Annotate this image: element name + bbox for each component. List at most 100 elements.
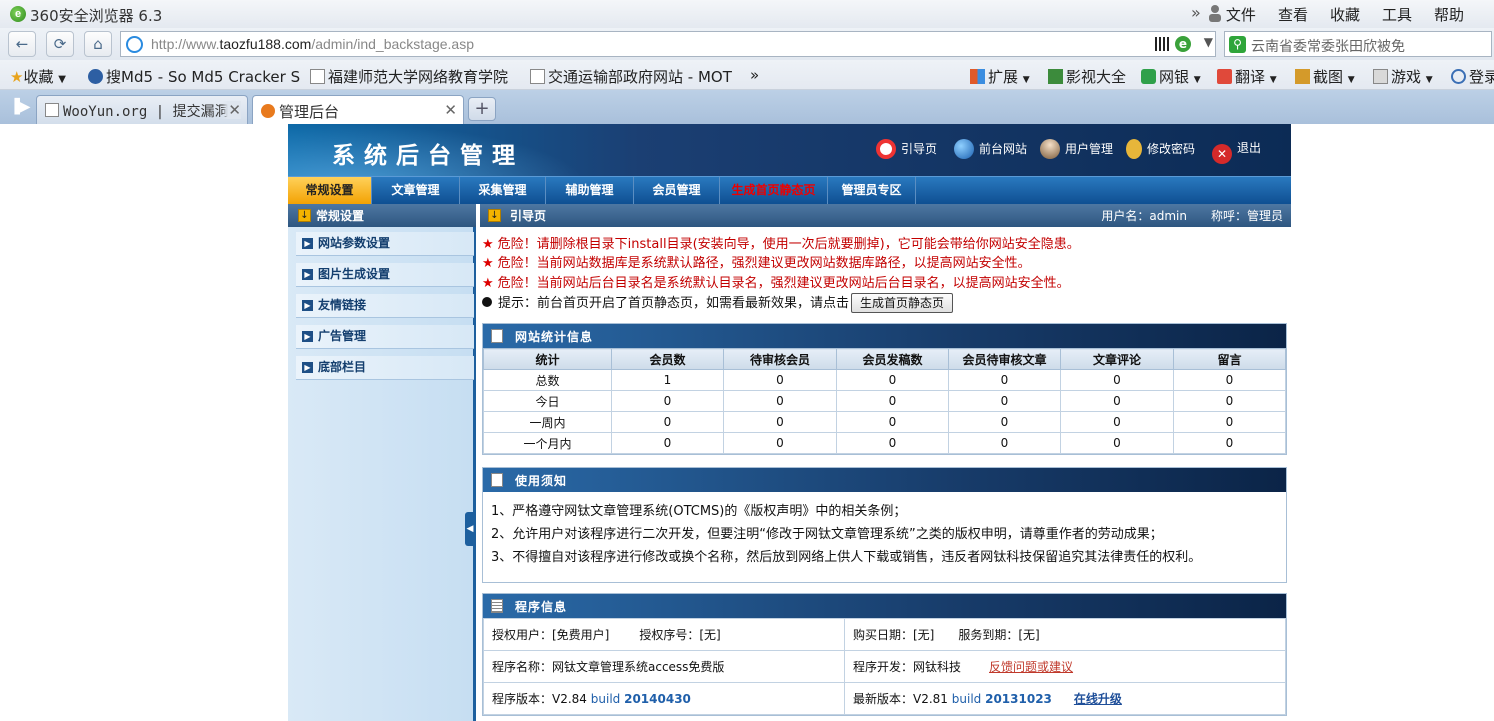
tool-extensions[interactable]: 扩展 ▼ <box>970 66 1030 87</box>
table-cell: 0 <box>723 411 837 433</box>
menu-file[interactable]: 文件 <box>1226 4 1256 25</box>
tool-label: 登录 <box>1469 68 1494 86</box>
admin-page: 系统后台管理 引导页 前台网站 用户管理 修改密码 ✕ 退出 常规设置 文章管理 … <box>288 124 1291 721</box>
online-upgrade-link[interactable]: 在线升级 <box>1074 692 1122 706</box>
close-icon[interactable]: ✕ <box>444 101 457 119</box>
nav-articles[interactable]: 文章管理 <box>372 177 460 205</box>
column-header: 统计 <box>483 348 612 370</box>
url-input[interactable]: http://www.taozfu188.com/admin/ind_backs… <box>120 31 1216 57</box>
link-label: 前台网站 <box>979 142 1028 156</box>
link-logout[interactable]: ✕ 退出 <box>1212 139 1261 164</box>
refresh-button[interactable]: ⟳ <box>46 31 74 57</box>
refresh-icon: ⟳ <box>53 35 67 53</box>
sidebar-item-links[interactable]: ▶ 友情链接 <box>296 294 474 318</box>
table-cell: 最新版本：V2.81 build 20131023 在线升级 <box>844 682 1286 715</box>
tool-translate[interactable]: 翻译 ▼ <box>1217 66 1277 87</box>
sidebar-item-site-params[interactable]: ▶ 网站参数设置 <box>296 232 474 256</box>
close-icon[interactable]: ✕ <box>222 101 241 119</box>
sidebar-item-image-settings[interactable]: ▶ 图片生成设置 <box>296 263 474 287</box>
user-account-icon[interactable] <box>1208 4 1222 22</box>
feedback-link[interactable]: 反馈问题或建议 <box>989 660 1073 674</box>
column-header: 会员待审核文章 <box>948 348 1061 370</box>
tab-wooyun[interactable]: WooYun.org | 提交漏洞 ✕ <box>36 95 248 124</box>
browser-title: 360安全浏览器 6.3 <box>30 7 163 25</box>
list-icon <box>491 599 503 613</box>
developer: 程序开发：网钛科技 <box>853 660 962 674</box>
main-nav: 常规设置 文章管理 采集管理 辅助管理 会员管理 生成首页静态页 管理员专区 <box>288 176 1291 205</box>
new-tab-button[interactable]: + <box>468 97 496 121</box>
dropdown-icon: ▼ <box>1269 75 1277 85</box>
url-dropdown-icon[interactable]: ▼ <box>1204 35 1213 49</box>
tool-bank[interactable]: 网银 ▼ <box>1141 66 1201 87</box>
scissors-icon <box>1295 69 1310 84</box>
menu-favorites[interactable]: 收藏 <box>1330 4 1360 25</box>
sidebar-item-footer[interactable]: ▶ 底部栏目 <box>296 356 474 380</box>
menu-help[interactable]: 帮助 <box>1434 4 1464 25</box>
favorites-menu[interactable]: ★收藏 ▼ <box>10 66 66 87</box>
table-cell: 程序开发：网钛科技 反馈问题或建议 <box>844 650 1286 683</box>
address-toolbar: ← ⟳ ⌂ http://www.taozfu188.com/admin/ind… <box>0 28 1494 60</box>
nav-collect[interactable]: 采集管理 <box>460 177 546 205</box>
generate-static-button[interactable]: 生成首页静态页 <box>851 293 954 313</box>
table-row: 程序名称：网钛文章管理系统access免费版 程序开发：网钛科技 反馈问题或建议 <box>483 650 1286 683</box>
table-cell: 购买日期：[无] 服务到期：[无] <box>844 618 1286 651</box>
table-cell: 0 <box>948 369 1061 391</box>
program-table: 授权用户：[免费用户] 授权序号：[无] 购买日期：[无] 服务到期：[无] 程序名… <box>483 618 1286 715</box>
home-button[interactable]: ⌂ <box>84 31 112 57</box>
more-chevron-icon[interactable]: » <box>1191 3 1201 22</box>
arrow-down-icon: ↓ <box>298 209 311 222</box>
site-icon <box>126 36 143 53</box>
table-row: 一个月内 0 0 0 0 0 0 <box>483 432 1286 454</box>
nav-members[interactable]: 会员管理 <box>634 177 720 205</box>
tab-label: WooYun.org | 提交漏洞 <box>63 104 229 120</box>
sidebar-item-ads[interactable]: ▶ 广告管理 <box>296 325 474 349</box>
ie-mode-icon[interactable]: e <box>1175 36 1191 52</box>
table-cell: 0 <box>836 432 949 454</box>
table-cell: 今日 <box>483 390 612 412</box>
link-frontend[interactable]: 前台网站 <box>954 139 1027 159</box>
table-cell: 程序版本：V2.84 build 20140430 <box>483 682 845 715</box>
tool-video[interactable]: 影视大全 <box>1048 66 1126 87</box>
content-title: 引导页 <box>510 209 547 223</box>
table-row: 程序版本：V2.84 build 20140430 最新版本：V2.81 bui… <box>483 682 1286 715</box>
bank-shield-icon <box>1141 69 1156 84</box>
bookmark-mot[interactable]: 交通运输部政府网站 - MOT <box>530 66 732 87</box>
column-header: 文章评论 <box>1060 348 1174 370</box>
table-cell: 0 <box>1060 411 1174 433</box>
bookmark-fjnu[interactable]: 福建师范大学网络教育学院 <box>310 66 508 87</box>
menu-tools[interactable]: 工具 <box>1382 4 1412 25</box>
nav-general-settings[interactable]: 常规设置 <box>288 177 372 205</box>
link-guide[interactable]: 引导页 <box>876 139 937 159</box>
menu-view[interactable]: 查看 <box>1278 4 1308 25</box>
arrow-right-icon: ▶ <box>302 238 313 249</box>
collapse-sidebar-button[interactable]: ◀ <box>465 512 475 546</box>
program-name: 程序名称：网钛文章管理系统access免费版 <box>492 660 725 674</box>
notice-panel: 使用须知 1、严格遵守网钛文章管理系统(OTCMS)的《版权声明》中的相关条例；… <box>482 467 1287 583</box>
table-cell: 一周内 <box>483 411 612 433</box>
sidebar-toggle-icon[interactable]: ▐▶ <box>9 99 31 115</box>
tab-bar: ▐▶ WooYun.org | 提交漏洞 ✕ 管理后台 ✕ + <box>0 90 1494 124</box>
search-box[interactable]: ⚲ 云南省委常委张田欣被免 <box>1224 31 1492 57</box>
link-users[interactable]: 用户管理 <box>1040 139 1113 159</box>
nav-assist[interactable]: 辅助管理 <box>546 177 634 205</box>
favorites-label: 收藏 <box>23 68 54 86</box>
bookmark-somd5[interactable]: 搜Md5 - So Md5 Cracker S <box>88 66 300 87</box>
tool-screenshot[interactable]: 截图 ▼ <box>1295 66 1355 87</box>
nav-admin-area[interactable]: 管理员专区 <box>828 177 916 205</box>
search-engine-icon[interactable]: ⚲ <box>1229 36 1246 53</box>
notice-panel-header: 使用须知 <box>483 468 1286 492</box>
extensions-icon <box>970 69 985 84</box>
link-password[interactable]: 修改密码 <box>1126 139 1195 159</box>
tip-text: 提示：前台首页开启了首页静态页，如需看最新效果，请点击 <box>498 296 850 311</box>
version-build-keyword: build <box>590 692 621 706</box>
qr-code-icon[interactable] <box>1155 37 1169 51</box>
tab-admin[interactable]: 管理后台 ✕ <box>252 95 464 124</box>
back-button[interactable]: ← <box>8 31 36 57</box>
list-item: 3、不得擅自对该程序进行修改或换个名称，然后放到网络上供人下载或销售，违反者网钛… <box>491 550 1202 565</box>
tool-games[interactable]: 游戏 ▼ <box>1373 66 1433 87</box>
bookmarks-more[interactable]: » <box>750 66 759 84</box>
nav-generate-static[interactable]: 生成首页静态页 <box>720 177 828 205</box>
tool-login[interactable]: 登录 <box>1451 66 1494 87</box>
tool-label: 翻译 <box>1235 68 1266 86</box>
column-header: 会员发稿数 <box>836 348 949 370</box>
